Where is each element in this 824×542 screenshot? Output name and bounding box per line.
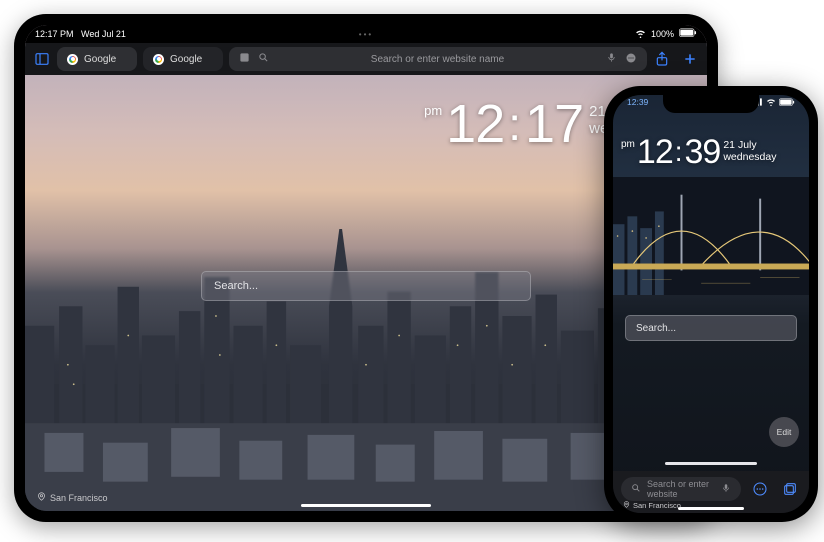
iphone-notch xyxy=(663,95,759,113)
clock-separator: : xyxy=(508,101,521,147)
ipad-status-time: 12:17 PM xyxy=(35,29,74,39)
search-icon xyxy=(258,52,269,66)
browser-tab-1[interactable]: Google xyxy=(57,47,137,71)
iphone-status-time: 12:39 xyxy=(627,97,648,107)
clock-minutes: 39 xyxy=(685,135,721,169)
battery-icon xyxy=(679,28,697,40)
ipad-status-right: 100% xyxy=(635,28,697,41)
tab-scroll-indicator xyxy=(665,462,757,465)
edit-label: Edit xyxy=(777,427,792,437)
location-name: San Francisco xyxy=(633,501,681,510)
ipad-start-page-search[interactable]: Search... xyxy=(201,271,531,301)
clock-minutes: 17 xyxy=(525,97,583,151)
iphone-screen: 12:39 pm 12 : 39 21 July wednesday xyxy=(613,95,809,513)
search-placeholder: Search... xyxy=(214,280,258,292)
tab-2-label: Google xyxy=(170,54,202,65)
privacy-block-icon xyxy=(239,52,250,66)
ipad-safari-toolbar: Google Google Search or enter website na… xyxy=(25,43,707,75)
page-settings-icon[interactable] xyxy=(749,478,771,500)
start-page-edit-button[interactable]: Edit xyxy=(769,417,799,447)
clock-hours: 12 xyxy=(637,135,673,169)
clock-separator: : xyxy=(675,138,683,166)
clock-date-line1: 21 July xyxy=(723,139,776,151)
google-favicon-icon xyxy=(67,54,78,65)
iphone-url-field[interactable]: Search or enter website xyxy=(621,477,741,501)
sidebar-icon[interactable] xyxy=(33,50,51,68)
wifi-icon xyxy=(635,28,646,41)
multitask-dots-icon[interactable]: ••• xyxy=(359,30,373,39)
wifi-icon xyxy=(766,97,776,107)
iphone-start-page-clock: pm 12 : 39 21 July wednesday xyxy=(621,135,801,169)
search-icon xyxy=(631,483,641,495)
tab-1-label: Google xyxy=(84,54,116,65)
location-pin-icon xyxy=(623,501,630,510)
new-tab-icon[interactable] xyxy=(681,50,699,68)
ipad-status-left: 12:17 PM Wed Jul 21 xyxy=(35,29,126,39)
iphone-wallpaper-bridge xyxy=(613,177,809,295)
ipad-location-label: San Francisco xyxy=(37,492,108,503)
home-indicator[interactable] xyxy=(301,504,431,508)
clock-ampm: pm xyxy=(621,139,635,150)
clock-day-name: wednesday xyxy=(723,151,776,163)
url-placeholder: Search or enter website name xyxy=(277,54,598,65)
browser-tab-2[interactable]: Google xyxy=(143,47,223,71)
tabs-icon[interactable] xyxy=(779,478,801,500)
ipad-status-bar: 12:17 PM Wed Jul 21 ••• 100% xyxy=(25,25,707,43)
search-placeholder: Search... xyxy=(636,323,676,334)
clock-hours: 12 xyxy=(446,97,504,151)
battery-icon xyxy=(779,98,795,107)
location-name: San Francisco xyxy=(50,493,108,503)
battery-percent-label: 100% xyxy=(651,29,674,39)
microphone-icon[interactable] xyxy=(721,483,731,495)
share-icon[interactable] xyxy=(653,50,671,68)
iphone-location-tag: San Francisco xyxy=(623,501,681,510)
url-placeholder: Search or enter website xyxy=(647,479,715,499)
microphone-icon[interactable] xyxy=(606,52,617,66)
ipad-url-field[interactable]: Search or enter website name xyxy=(229,47,647,71)
ipad-status-date: Wed Jul 21 xyxy=(81,29,126,39)
iphone-device: 12:39 pm 12 : 39 21 July wednesday xyxy=(604,86,818,522)
google-favicon-icon xyxy=(153,54,164,65)
page-settings-icon[interactable] xyxy=(625,52,637,67)
iphone-start-page-search[interactable]: Search... xyxy=(625,315,797,341)
home-indicator[interactable] xyxy=(678,507,744,510)
clock-ampm: pm xyxy=(424,103,442,118)
location-pin-icon xyxy=(37,492,46,503)
